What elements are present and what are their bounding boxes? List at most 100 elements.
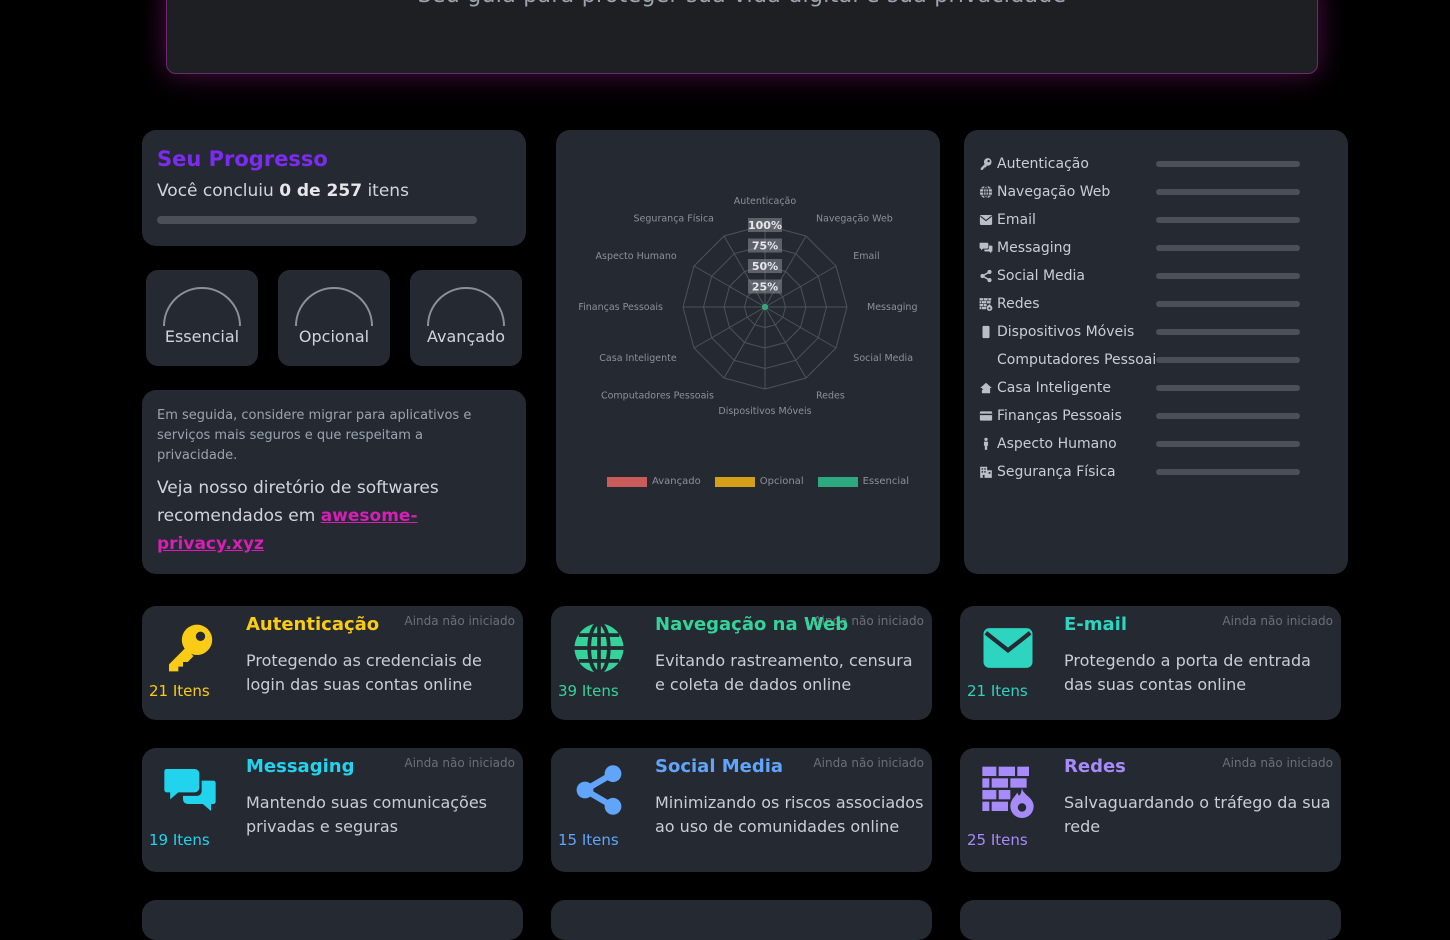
tile-item-count: 25 Itens	[967, 831, 1028, 849]
building-icon	[979, 465, 993, 479]
category-progress-row[interactable]: Segurança Física	[979, 462, 1309, 482]
gauge-avancado[interactable]: Avançado	[410, 270, 522, 366]
tile-status: Ainda não iniciado	[1222, 614, 1333, 628]
firewall-icon	[980, 762, 1036, 818]
house-icon	[979, 381, 993, 395]
category-progress-row[interactable]: Aspecto Humano	[979, 434, 1309, 454]
category-tile-messaging[interactable]: 19 Itens Ainda não iniciado Messaging Mante…	[142, 748, 523, 872]
category-progress-label: Messaging	[997, 240, 1072, 256]
envelope-icon	[980, 620, 1036, 676]
gauge-arc	[427, 287, 505, 326]
category-progress-row[interactable]: Navegação Web	[979, 182, 1309, 202]
card-icon	[979, 409, 993, 423]
category-progress-row[interactable]: Computadores Pessoais	[979, 350, 1309, 370]
tile-partial-1[interactable]	[142, 900, 523, 940]
tile-title: Navegação na Web	[655, 614, 849, 635]
migration-cta: Veja nosso diretório de softwares recome…	[157, 478, 439, 554]
progress-bar	[157, 216, 477, 224]
category-progress-bar	[1156, 385, 1300, 391]
tile-title: Social Media	[655, 756, 784, 777]
gauge-essencial[interactable]: Essencial	[146, 270, 258, 366]
category-tile-navega-o-na-web[interactable]: 39 Itens Ainda não iniciado Navegação na W…	[551, 606, 932, 720]
progress-text: Você concluiu 0 de 257 itens	[157, 181, 409, 201]
tile-item-count: 15 Itens	[558, 831, 619, 849]
tile-status: Ainda não iniciado	[1222, 756, 1333, 770]
share-icon	[979, 269, 993, 283]
legend-swatch	[817, 476, 858, 487]
gauge-label: Avançado	[427, 327, 505, 346]
category-progress-row[interactable]: Social Media	[979, 266, 1309, 286]
category-progress-bar	[1156, 329, 1300, 335]
tile-description: Salvaguardando o tráfego da sua rede	[1064, 793, 1331, 836]
tile-item-count: 21 Itens	[967, 682, 1028, 700]
category-progress-label: Social Media	[997, 268, 1086, 284]
category-progress-bar	[1156, 357, 1300, 363]
category-progress-row[interactable]: Finanças Pessoais	[979, 406, 1309, 426]
tile-item-count: 19 Itens	[149, 831, 210, 849]
globe-icon	[571, 620, 627, 676]
category-progress-row[interactable]: Messaging	[979, 238, 1309, 258]
blank-icon	[979, 353, 993, 367]
gauge-label: Essencial	[164, 327, 240, 346]
share-icon	[571, 762, 627, 818]
gauge-label: Opcional	[298, 327, 370, 346]
envelope-icon	[979, 213, 993, 227]
legend-label: Opcional	[759, 476, 804, 487]
category-progress-row[interactable]: Casa Inteligente	[979, 378, 1309, 398]
gauge-opcional[interactable]: Opcional	[278, 270, 390, 366]
key-icon	[979, 157, 993, 171]
tile-description: Protegendo as credenciais de login das s…	[246, 651, 482, 694]
hero-subtitle: Seu guia para proteger sua vida digital …	[167, 0, 1317, 8]
key-icon	[162, 620, 218, 676]
migration-note: Em seguida, considere migrar para aplica…	[157, 408, 472, 463]
category-tile-autentica-o[interactable]: 21 Itens Ainda não iniciado Autenticação Pr…	[142, 606, 523, 720]
phone-icon	[979, 325, 993, 339]
legend-swatch	[714, 476, 755, 487]
category-progress-label: Aspecto Humano	[997, 436, 1117, 452]
category-progress-label: Finanças Pessoais	[997, 408, 1122, 424]
tile-partial-3[interactable]	[960, 900, 1341, 940]
category-progress-bar	[1156, 273, 1300, 279]
category-progress-bar	[1156, 217, 1300, 223]
category-progress-bar	[1156, 441, 1300, 447]
migration-card: Em seguida, considere migrar para aplica…	[142, 390, 526, 574]
legend-label: Essencial	[862, 476, 910, 487]
legend-swatch	[607, 476, 647, 487]
legend-label: Avançado	[652, 476, 701, 487]
category-progress-label: Computadores Pessoais	[997, 352, 1157, 368]
radar-chart-card	[556, 130, 940, 574]
category-progress-label: Redes	[997, 296, 1040, 312]
chat-icon	[162, 762, 218, 818]
category-tile-e-mail[interactable]: 21 Itens Ainda não iniciado E-mail Protegen…	[960, 606, 1341, 720]
tile-status: Ainda não iniciado	[813, 756, 924, 770]
legend-item-essencial[interactable]: Essencial	[817, 476, 910, 487]
tile-item-count: 21 Itens	[149, 682, 210, 700]
gauge-arc	[295, 287, 373, 326]
category-progress-row[interactable]: Redes	[979, 294, 1309, 314]
hero-banner: Seu guia para proteger sua vida digital …	[166, 0, 1318, 74]
tile-status: Ainda não iniciado	[404, 614, 515, 628]
chart-legend: Avançado Opcional Essencial	[607, 476, 913, 487]
tile-title: Messaging	[246, 756, 355, 777]
legend-item-avançado[interactable]: Avançado	[607, 476, 701, 487]
chat-icon	[979, 241, 993, 255]
category-progress-row[interactable]: Dispositivos Móveis	[979, 322, 1309, 342]
category-progress-row[interactable]: Email	[979, 210, 1309, 230]
tile-status: Ainda não iniciado	[404, 756, 515, 770]
tile-partial-2[interactable]	[551, 900, 932, 940]
globe-icon	[979, 185, 993, 199]
tile-title: E-mail	[1064, 614, 1128, 635]
category-tile-redes[interactable]: 25 Itens Ainda não iniciado Redes Salvaguar…	[960, 748, 1341, 872]
category-tile-social-media[interactable]: 15 Itens Ainda não iniciado Social Media Mi…	[551, 748, 932, 872]
category-progress-row[interactable]: Autenticação	[979, 154, 1309, 174]
progress-count: 0 de 257	[279, 181, 363, 201]
tile-description: Minimizando os riscos associados ao uso …	[655, 793, 924, 836]
category-progress-label: Email	[997, 212, 1036, 228]
legend-item-opcional[interactable]: Opcional	[714, 476, 804, 487]
category-progress-bar	[1156, 413, 1300, 419]
gauge-arc	[163, 287, 241, 326]
category-progress-bar	[1156, 469, 1300, 475]
tile-item-count: 39 Itens	[558, 682, 619, 700]
category-progress-label: Navegação Web	[997, 184, 1111, 200]
category-progress-label: Autenticação	[997, 156, 1089, 172]
